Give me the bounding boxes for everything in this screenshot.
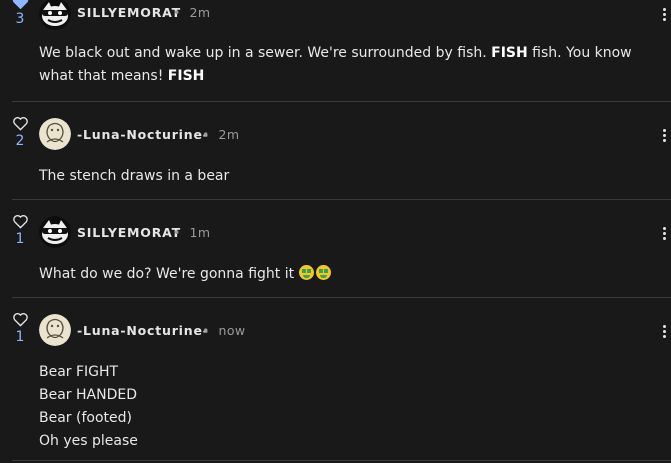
username[interactable]: -Luna-Nocturine- (77, 323, 209, 338)
avatar[interactable] (39, 314, 71, 346)
like-count: 3 (15, 11, 25, 27)
username[interactable]: SILLYEMORAT (77, 5, 181, 20)
comment-body: We black out and wake up in a sewer. We'… (39, 45, 632, 84)
more-options-icon[interactable] (663, 6, 671, 23)
heart-icon (12, 313, 28, 327)
timestamp: 2m (218, 127, 240, 142)
like-button[interactable]: 1 (9, 312, 31, 345)
username[interactable]: -Luna-Nocturine- (77, 127, 209, 142)
divider (12, 460, 671, 461)
avatar[interactable] (39, 216, 71, 248)
comment-line: Bear (footed) (39, 410, 132, 426)
separator: • (202, 323, 210, 338)
avatar[interactable] (39, 0, 71, 30)
comment-body: Bear FIGHT Bear HANDED Bear (footed) Oh … (39, 361, 647, 453)
comment-line: Bear FIGHT (39, 364, 119, 380)
separator: • (173, 5, 181, 20)
like-count: 1 (15, 329, 25, 345)
comment-time: • 2m (173, 5, 210, 20)
comment: 1 SILLYEMORAT • 1m What do we do? We're … (0, 200, 671, 298)
comment: 3 SILLYEMORAT • 2m We black out and wake… (0, 0, 671, 102)
more-options-icon[interactable] (663, 323, 671, 340)
heart-icon (12, 215, 28, 229)
money-mouth-face-icon (315, 265, 331, 280)
like-button[interactable]: 2 (9, 116, 31, 149)
timestamp: 2m (189, 5, 211, 20)
separator: • (202, 127, 210, 142)
comment-line: Bear HANDED (39, 387, 137, 403)
more-options-icon[interactable] (663, 225, 671, 242)
avatar[interactable] (39, 118, 71, 150)
heart-icon (12, 0, 28, 9)
comment-time: • 2m (202, 127, 239, 142)
like-button[interactable]: 1 (9, 214, 31, 247)
comment-time: • 1m (173, 225, 210, 240)
timestamp: now (218, 323, 246, 338)
like-count: 1 (15, 231, 25, 247)
heart-icon (12, 117, 28, 131)
money-mouth-face-icon (298, 265, 314, 280)
comment: 1 -Luna-Nocturine- • now Bear FIGHT Bear… (0, 298, 671, 463)
bold-text: FISH (491, 45, 528, 61)
timestamp: 1m (189, 225, 211, 240)
separator: • (173, 225, 181, 240)
bold-text: FISH (167, 68, 205, 84)
like-button[interactable]: 3 (9, 0, 31, 27)
comment-body: What do we do? We're gonna fight it (39, 263, 647, 286)
more-options-icon[interactable] (663, 127, 671, 144)
username[interactable]: SILLYEMORAT (77, 225, 181, 240)
comment-body: The stench draws in a bear (39, 168, 230, 184)
comment: 2 -Luna-Nocturine- • 2m The stench draws… (0, 102, 671, 200)
comment-time: • now (202, 323, 246, 338)
comment-line: Oh yes please (39, 433, 138, 449)
like-count: 2 (15, 133, 25, 149)
